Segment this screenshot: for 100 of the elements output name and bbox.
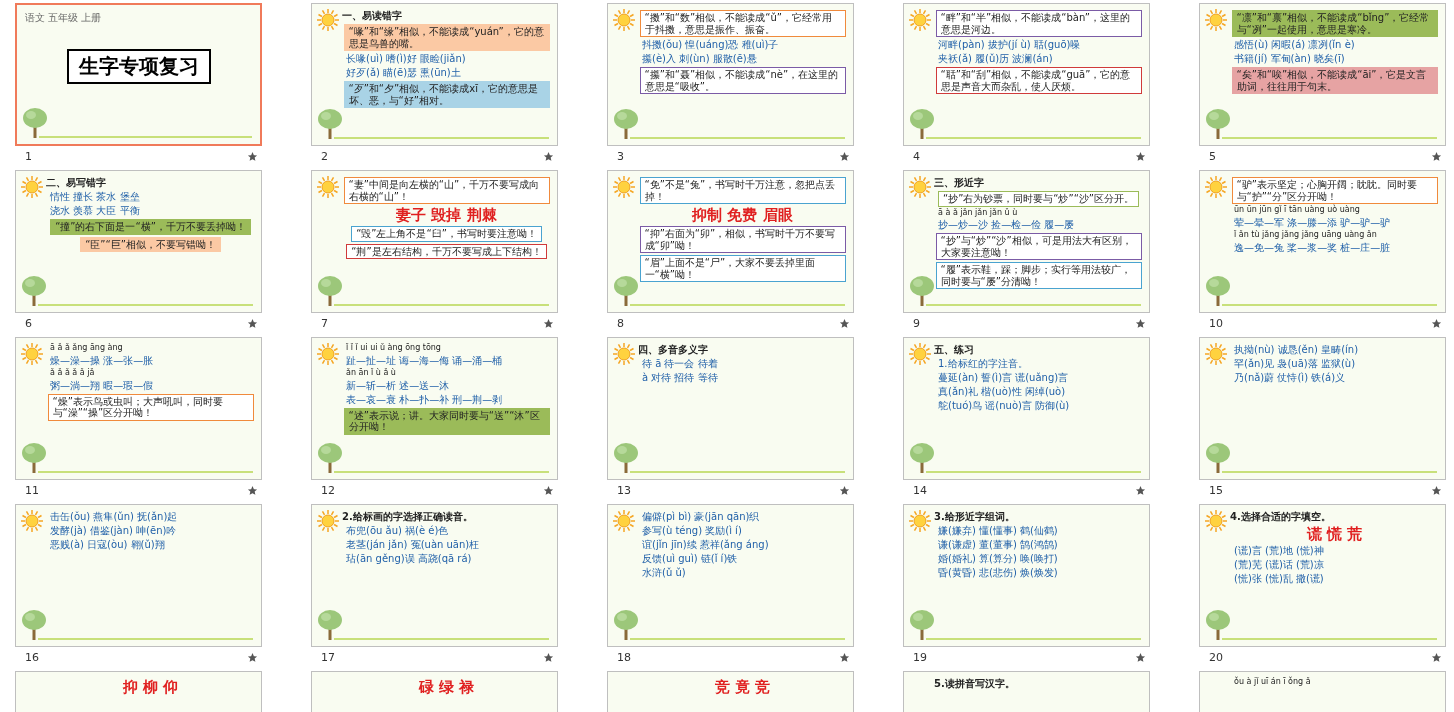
slide-heading: 四、多音多义字 <box>638 344 709 356</box>
text-line: 荤—晕—军 涤—滕—添 驴—驴—驴 <box>1233 216 1392 229</box>
text-line: 执拗(nù) 诚恳(ěn) 皇畴(ín) <box>1233 344 1360 356</box>
slide-heading: 二、易写错字 <box>46 177 107 189</box>
star-icon[interactable] <box>1135 651 1146 663</box>
star-icon[interactable] <box>1431 150 1442 162</box>
star-icon[interactable] <box>247 317 258 329</box>
sun-icon <box>1204 509 1228 533</box>
star-icon[interactable] <box>543 651 554 663</box>
tree-icon <box>317 107 343 139</box>
star-icon[interactable] <box>247 484 258 496</box>
tree-icon <box>1205 608 1231 640</box>
slide-number: 19 <box>913 650 927 664</box>
tree-icon <box>21 274 47 306</box>
text-line: 书籍(jí) 军甸(àn) 晓矣(ī) <box>1233 53 1346 65</box>
sun-icon <box>612 8 636 32</box>
callout-note: “畔”和“半”相似，不能读成“bàn”，这里的意思是河边。 <box>935 10 1142 37</box>
star-icon[interactable] <box>1431 317 1442 329</box>
star-icon[interactable] <box>1135 150 1146 162</box>
slide-thumbnail[interactable]: 竞 竟 竞 <box>607 671 854 712</box>
slide-number: 14 <box>913 483 927 497</box>
text-line: 1.给标红的字注音。 <box>937 358 1029 370</box>
text-line: 趾—扯—址 诲—海—侮 诵—涌—桶 <box>345 354 504 367</box>
text-line: 抖擞(ǒu) 惶(uáng)恐 稚(uì)子 <box>641 39 780 51</box>
star-icon[interactable] <box>839 484 850 496</box>
text-line: 偏僻(pì bì) 豪(jān qān)织 <box>641 511 761 523</box>
star-icon[interactable] <box>839 651 850 663</box>
slide-thumbnail[interactable]: 语文 五年级 上册 生字专项复习 <box>15 3 262 146</box>
text-line: 情性 撞长 茶水 堡垒 <box>49 191 141 203</box>
tree-icon <box>909 274 935 306</box>
slide-thumbnail[interactable]: “凛”和“禀”相似，不能读成“bǐng”，它经常与“冽”一起使用，意思是寒冷。 感悟(ù) 闲暇(á) 凛冽(ǐn è) 书籍(jí) 军甸(àn) 晓矣(ī) “矣”和“唉”相似，不能读成“āi”，它是文言助词，往往用于句末。 <box>1199 3 1446 146</box>
slide-number: 1 <box>25 149 32 163</box>
slide-thumbnail[interactable]: 偏僻(pì bì) 豪(jān qān)织 参写(ù téng) 奖励(ì í) 谊(jǐn jīn)续 惹祥(ǎng áng) 反馈(uì guì) 链(ǐ í)铁 水浒(ǔ ǔ) <box>607 504 854 647</box>
large-characters: 抑 柳 仰 <box>122 678 179 696</box>
slide-thumbnail[interactable]: “妻”中间是向左横的“山”，千万不要写成向右横的“山”！ 妻子 毁掉 荆棘 “毁”左上角不是“臼”，书写时要注意呦！ “荆”是左右结构，千万不要写成上下结构！ <box>311 170 558 313</box>
tree-icon <box>613 441 639 473</box>
slide-number: 2 <box>321 149 328 163</box>
text-line: 发酵(jà) 借鉴(jàn) 呻(ēn)吟 <box>49 525 178 537</box>
slide-thumbnail[interactable]: “免”不是“兔”，书写时千万注意，忽把点丢掉！ 抑制 免费 眉眼 “抑”右面为“卯”，相似，书写时千万不要写成“卯”呦！ “眉”上面不是“尸”，大家不要丢掉里面一“横”呦！ <box>607 170 854 313</box>
text-line: 夹袄(ǎ) 履(ǔ)历 波澜(án) <box>937 53 1054 65</box>
star-icon[interactable] <box>1135 484 1146 496</box>
text-line: 布兜(ōu ǎu) 祸(è é)色 <box>345 525 450 537</box>
star-icon[interactable] <box>247 150 258 162</box>
star-icon[interactable] <box>543 317 554 329</box>
pinyin-line: ǎn ān ǐ ù ǎ ù <box>345 368 397 378</box>
tree-icon <box>613 107 639 139</box>
sun-icon <box>908 175 932 199</box>
slide-thumbnail[interactable]: 击缶(ǒu) 燕隼(ǔn) 抚(ǎn)起 发酵(jà) 借鉴(jàn) 呻(ēn)吟 恶贱(à) 日寇(òu) 翱(ǔ)翔 <box>15 504 262 647</box>
slide-thumbnail[interactable]: ǐ ǐ ǐ ui ui ǔ àng ōng tōng 趾—扯—址 诲—海—侮 诵—涌—桶 ǎn ān ǐ ù ǎ ù 新—斩—析 述—送—沐 表—哀—衰 朴—扑—补 刑—荆—剥 “述”表示说；讲。大家同时要与“送”“沐”区分开呦！ <box>311 337 558 480</box>
tree-icon <box>613 274 639 306</box>
slide-thumbnail[interactable]: ā ǎ ǎ ǎng āng àng 燥—澡—操 涨—张—胀 ǎ ǎ ǎ ǎ ǎ jǎ 粥—淌—翔 暇—瑕—假 “燥”表示鸟或虫叫；大声吼叫，同时要与“澡”“操”区分开呦！ <box>15 337 262 480</box>
star-icon[interactable] <box>543 484 554 496</box>
slide-number: 13 <box>617 483 631 497</box>
slide-thumbnail[interactable]: 一、易读错字 “喙”和“缘”相似，不能读成“yuán”，它的意思是鸟兽的嘴。 长喙(uì) 嗜(ì)好 眼睑(jiǎn) 好歹(ǎ) 瞄(ē)瑟 熏(ūn)土 “歹”和“夕”相似，不能读成xī，它的意思是坏、恶，与“好”相对。 <box>311 3 558 146</box>
star-icon[interactable] <box>1135 317 1146 329</box>
slide-thumbnail[interactable]: ǒu à jǐ uī án ī ǒng ǎ <box>1199 671 1446 712</box>
slide-number: 16 <box>25 650 39 664</box>
slide-thumbnail[interactable]: 五、练习 1.给标红的字注音。 蔓延(àn) 誓(ì)言 谎(uǎng)言 真(ǎn)礼 楷(uò)性 闲绰(uò) 鸵(tuó)鸟 谣(nuò)言 防御(ù) <box>903 337 1150 480</box>
slide-thumbnail[interactable]: 四、多音多义字 待 ā 待一会 待着 à 对待 招待 等待 <box>607 337 854 480</box>
star-icon[interactable] <box>543 150 554 162</box>
slide-number: 6 <box>25 316 32 330</box>
text-line: 河畔(pàn) 拔护(jí ù) 聒(guō)噪 <box>937 39 1082 51</box>
callout-note: “攥”和“聂”相似，不能读成“nè”，在这里的意思是“吸收”。 <box>639 67 846 94</box>
text-line: 蔓延(àn) 誓(ì)言 谎(uǎng)言 <box>937 372 1070 384</box>
text-line: 长喙(uì) 嗜(ì)好 眼睑(jiǎn) <box>345 53 467 65</box>
slide-thumbnail[interactable]: 5.读拼音写汉字。 <box>903 671 1150 712</box>
slide-thumbnail[interactable]: 3.给形近字组词。 嫌(嫌弃) 懂(懂事) 鹤(仙鹤) 谦(谦虚) 董(董事) 鹄(鸿鹄) 婚(婚礼) 算(算分) 唤(唤打) 昏(黄昏) 悲(悲伤) 焕(焕发) <box>903 504 1150 647</box>
slide-thumbnail[interactable]: 抑 柳 仰 <box>15 671 262 712</box>
tree-icon <box>21 441 47 473</box>
text-line: 逸—免—兔 桨—浆—奖 桩—庄—脏 <box>1233 241 1392 254</box>
tree-icon <box>909 608 935 640</box>
slide-thumbnail[interactable]: “驴”表示坚定；心胸开阔；眈眈。同时要与“护”“分”区分开呦！ ūn ūn jūn gǐ ī tān uàng uò uàng 荤—晕—军 涤—滕—添 驴—驴—驴 ǐ ǎn tù jǎng jǎng jǎng uāng uàng ǎn 逸—免—兔 桨—浆—奖 桩—庄—脏 <box>1199 170 1446 313</box>
slide-thumbnail[interactable]: “擞”和“数”相似，不能读成“ǔ”，它经常用于抖擞，意思是振作、振奋。 抖擞(ǒu) 惶(uáng)恐 稚(uì)子 攥(è)入 刺(ùn) 服散(ē)悬 “攥”和“聂”相似，不能读成“nè”，在这里的意思是“吸收”。 <box>607 3 854 146</box>
pinyin-line: ā ǎ ǎ ǎng āng àng <box>49 344 124 353</box>
text-line: 罕(ǎn)见 袅(uā)落 监狱(ù) <box>1233 358 1357 370</box>
slide-heading: 五、练习 <box>934 344 975 356</box>
star-icon[interactable] <box>839 317 850 329</box>
slide-thumbnail[interactable]: 4.选择合适的字填空。 谎 慌 荒 (谎)言 (荒)地 (慌)神 (荒)芜 (谎)话 (荒)凉 (慌)张 (慌)乱 撒(谎) <box>1199 504 1446 647</box>
slide-number: 10 <box>1209 316 1223 330</box>
callout-note: “燥”表示鸟或虫叫；大声吼叫，同时要与“澡”“操”区分开呦！ <box>47 393 254 421</box>
text-line: 浇水 羡慕 大臣 平衡 <box>49 205 141 217</box>
slide-thumbnail[interactable]: 碌 绿 禄 <box>311 671 558 712</box>
callout-note: “妻”中间是向左横的“山”，千万不要写成向右横的“山”！ <box>343 177 550 204</box>
callout-note: “聒”和“刮”相似，不能读成“guā”，它的意思是声音大而杂乱，使人厌烦。 <box>935 67 1142 94</box>
slide-number: 11 <box>25 483 39 497</box>
sun-icon <box>1204 175 1228 199</box>
slide-thumbnail[interactable]: “畔”和“半”相似，不能读成“bàn”，这里的意思是河边。 河畔(pàn) 拔护(jí ù) 聒(guō)噪 夹袄(ǎ) 履(ǔ)历 波澜(án) “聒”和“刮”相似，不能读成“guā”，它的意思是声音大而杂乱，使人厌烦。 <box>903 3 1150 146</box>
slide-thumbnail[interactable]: 二、易写错字 情性 撞长 茶水 堡垒 浇水 羡慕 大臣 平衡 “撞”的右下面是一“横”，千万不要丢掉呦！ “臣”“巨”相似，不要写错呦！ <box>15 170 262 313</box>
pinyin-line: ǒu à jǐ uī án ī ǒng ǎ <box>1233 678 1312 687</box>
star-icon[interactable] <box>247 651 258 663</box>
slide-thumbnail[interactable]: 执拗(nù) 诚恳(ěn) 皇畴(ín) 罕(ǎn)见 袅(uā)落 监狱(ù) 乃(nǎ)蔚 仗恃(ì) 铁(á)义 <box>1199 337 1446 480</box>
slide-thumbnail[interactable]: 三、形近字 “抄”右为钞票，同时要与“炒”“沙”区分开。 ā à ǎ jǎn jǎn jǎn ǔ ù 抄—炒—沙 捡—检—俭 履—屡 “抄”与“炒”“沙”相似，可是用法大有区别，大家要注意呦！ “履”表示鞋，踩；脚步；实行等用法较广，同时要与“屡”分清呦！ <box>903 170 1150 313</box>
slide-thumbnail[interactable]: 2.给标画的字选择正确读音。 布兜(ōu ǎu) 祸(è é)色 老茎(ján jǎn) 冤(uàn uān)枉 玷(ān gěng)误 高跷(qā rá) <box>311 504 558 647</box>
star-icon[interactable] <box>1431 651 1442 663</box>
sun-icon <box>612 342 636 366</box>
sun-icon <box>316 8 340 32</box>
star-icon[interactable] <box>1431 484 1442 496</box>
slide-number: 20 <box>1209 650 1223 664</box>
star-icon[interactable] <box>839 150 850 162</box>
text-line: 抄—炒—沙 捡—检—俭 履—屡 <box>937 219 1076 232</box>
